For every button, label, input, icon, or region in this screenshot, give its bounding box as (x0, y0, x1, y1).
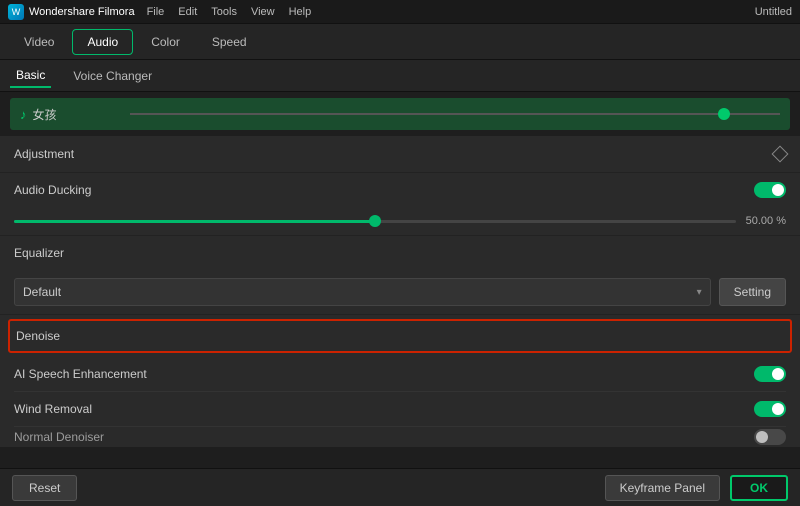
bottom-bar: Reset Keyframe Panel OK (0, 468, 800, 506)
audio-ducking-slider-row: 50.00 % (0, 207, 800, 235)
normal-denoiser-toggle[interactable] (754, 429, 786, 445)
chevron-down-icon: ▾ (697, 287, 702, 298)
audio-track-line (130, 113, 780, 115)
title-bar-left: W Wondershare Filmora File Edit Tools Vi… (8, 4, 311, 20)
equalizer-controls-row: Default ▾ Setting (0, 270, 800, 314)
wind-removal-row: Wind Removal (0, 392, 800, 426)
equalizer-value: Default (23, 285, 61, 299)
main-tabs: Video Audio Color Speed (0, 24, 800, 60)
adjustment-title: Adjustment (14, 147, 74, 161)
menu-bar: File Edit Tools View Help (147, 6, 312, 18)
slider-fill (14, 220, 375, 223)
menu-file[interactable]: File (147, 6, 165, 18)
menu-help[interactable]: Help (289, 6, 312, 18)
equalizer-section: Equalizer Default ▾ Setting (0, 236, 800, 315)
app-logo: W Wondershare Filmora (8, 4, 135, 20)
denoise-section: Denoise (8, 319, 792, 353)
menu-edit[interactable]: Edit (178, 6, 197, 18)
window-title: Untitled (755, 6, 792, 18)
ai-speech-toggle[interactable] (754, 366, 786, 382)
content-area: Adjustment Audio Ducking 50.00 % Equaliz… (0, 136, 800, 447)
wind-removal-label: Wind Removal (14, 402, 92, 416)
audio-track-name: 女孩 (33, 106, 57, 123)
equalizer-setting-button[interactable]: Setting (719, 278, 786, 306)
tab-color[interactable]: Color (137, 30, 194, 54)
normal-denoiser-label: Normal Denoiser (14, 430, 104, 444)
audio-ducking-slider[interactable] (14, 220, 736, 223)
audio-ducking-label: Audio Ducking (14, 183, 91, 197)
keyframe-panel-button[interactable]: Keyframe Panel (605, 475, 720, 501)
audio-ducking-value: 50.00 % (744, 215, 786, 227)
equalizer-dropdown[interactable]: Default ▾ (14, 278, 711, 306)
ok-button[interactable]: OK (730, 475, 788, 501)
app-logo-icon: W (8, 4, 24, 20)
sub-tabs: Basic Voice Changer (0, 60, 800, 92)
adjustment-section: Adjustment (0, 136, 800, 173)
audio-ducking-toggle[interactable] (754, 182, 786, 198)
wind-removal-toggle[interactable] (754, 401, 786, 417)
audio-track-bar: ♪ 女孩 (0, 92, 800, 136)
tab-speed[interactable]: Speed (198, 30, 261, 54)
audio-ducking-row: Audio Ducking (0, 173, 800, 207)
audio-track[interactable]: ♪ 女孩 (10, 98, 790, 130)
denoise-title: Denoise (16, 325, 784, 347)
bottom-right-controls: Keyframe Panel OK (605, 475, 788, 501)
diamond-icon (772, 146, 789, 163)
normal-denoiser-row: Normal Denoiser (0, 427, 800, 447)
menu-view[interactable]: View (251, 6, 275, 18)
reset-button[interactable]: Reset (12, 475, 77, 501)
sub-tab-basic[interactable]: Basic (10, 64, 51, 88)
ai-speech-label: AI Speech Enhancement (14, 367, 147, 381)
ai-speech-row: AI Speech Enhancement (0, 357, 800, 391)
tab-video[interactable]: Video (10, 30, 68, 54)
audio-track-knob[interactable] (718, 108, 730, 120)
slider-thumb[interactable] (369, 215, 381, 227)
tab-audio[interactable]: Audio (72, 29, 133, 55)
sub-tab-voice-changer[interactable]: Voice Changer (67, 65, 158, 87)
equalizer-label-row: Equalizer (0, 236, 800, 270)
equalizer-label: Equalizer (14, 246, 64, 260)
audio-ducking-section: Audio Ducking 50.00 % (0, 173, 800, 236)
menu-tools[interactable]: Tools (211, 6, 237, 18)
adjustment-header[interactable]: Adjustment (0, 136, 800, 172)
app-name: Wondershare Filmora (29, 6, 135, 18)
title-bar: W Wondershare Filmora File Edit Tools Vi… (0, 0, 800, 24)
music-icon: ♪ (20, 107, 27, 122)
